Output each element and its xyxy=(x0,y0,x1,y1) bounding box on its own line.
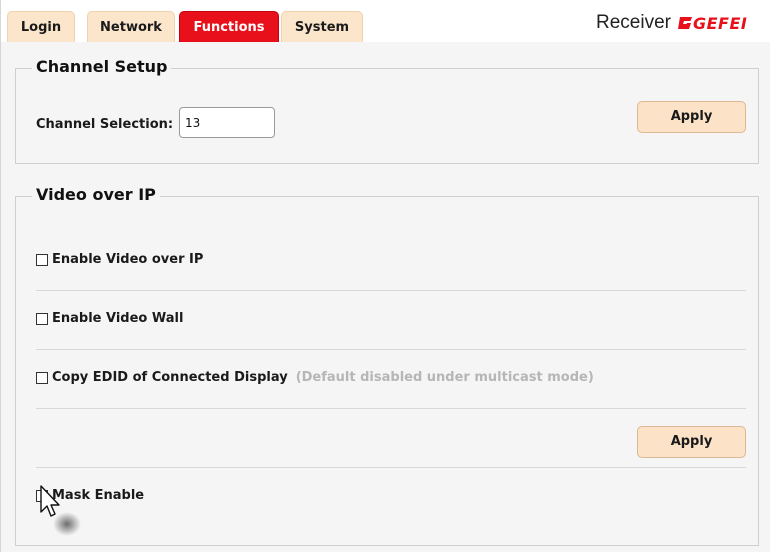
video-over-ip-apply-button[interactable]: Apply xyxy=(637,426,746,458)
enable-video-wall-row: Enable Video Wall xyxy=(36,311,183,326)
tab-login[interactable]: Login xyxy=(7,11,75,42)
tab-system[interactable]: System xyxy=(281,11,363,42)
gefen-logo: GEFEI xyxy=(677,14,747,33)
enable-video-over-ip-row: Enable Video over IP xyxy=(36,252,203,267)
channel-selection-input[interactable] xyxy=(179,107,275,138)
channel-setup-group: Channel Setup Channel Selection: Apply xyxy=(15,57,759,164)
enable-video-over-ip-checkbox[interactable] xyxy=(36,253,48,266)
channel-setup-legend: Channel Setup xyxy=(32,57,172,76)
divider xyxy=(36,290,746,291)
divider xyxy=(36,408,746,409)
tab-functions[interactable]: Functions xyxy=(179,11,279,42)
enable-video-wall-label: Enable Video Wall xyxy=(52,311,184,326)
video-over-ip-group: Video over IP Enable Video over IP Enabl… xyxy=(15,185,759,546)
gefen-g-logo-icon xyxy=(677,17,692,29)
mouse-pointer-icon xyxy=(40,485,81,536)
copy-edid-note: (Default disabled under multicast mode) xyxy=(295,370,594,385)
tab-bar: Login Network Functions System Receiver … xyxy=(1,0,770,42)
enable-video-wall-checkbox[interactable] xyxy=(36,312,48,325)
divider xyxy=(36,349,746,350)
enable-video-over-ip-label: Enable Video over IP xyxy=(52,252,204,267)
copy-edid-row: Copy EDID of Connected Display (Default … xyxy=(36,370,594,385)
copy-edid-label: Copy EDID of Connected Display xyxy=(52,370,288,385)
device-title: Receiver xyxy=(596,12,671,33)
channel-apply-button[interactable]: Apply xyxy=(637,101,746,133)
tab-network[interactable]: Network xyxy=(87,11,175,42)
page: Login Network Functions System Receiver … xyxy=(0,0,770,552)
brand-header: Receiver GEFEI xyxy=(596,8,747,38)
divider xyxy=(36,467,746,468)
logo-wordmark: GEFEI xyxy=(692,13,748,33)
copy-edid-checkbox[interactable] xyxy=(36,371,48,384)
channel-selection-label: Channel Selection: xyxy=(36,117,174,132)
video-over-ip-legend: Video over IP xyxy=(32,185,160,204)
